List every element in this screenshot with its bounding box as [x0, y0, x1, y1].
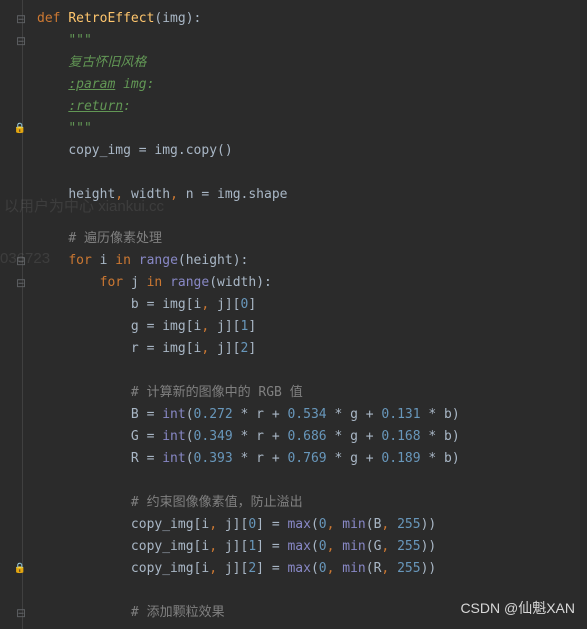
function-name: RetroEffect: [68, 11, 154, 26]
code-editor[interactable]: ⊟def RetroEffect(img): ⊟ """ 复古怀旧风格 :par…: [0, 0, 587, 624]
code-line: g = img[i, j][1]: [0, 316, 587, 338]
code-line: ⊟ """: [0, 30, 587, 52]
code-line: copy_img[i, j][1] = max(0, min(G, 255)): [0, 536, 587, 558]
lock-icon: 🔒: [14, 118, 26, 140]
code-line: 🔒 copy_img[i, j][2] = max(0, min(R, 255)…: [0, 558, 587, 580]
code-line: :param img:: [0, 74, 587, 96]
code-line: copy_img = img.copy(): [0, 140, 587, 162]
fold-icon[interactable]: ⊟: [16, 13, 26, 25]
fold-icon[interactable]: ⊟: [16, 607, 26, 619]
code-line: height, width, n = img.shape: [0, 184, 587, 206]
code-line: 🔒 """: [0, 118, 587, 140]
code-line: R = int(0.393 * r + 0.769 * g + 0.189 * …: [0, 448, 587, 470]
code-line: b = img[i, j][0]: [0, 294, 587, 316]
code-line: copy_img[i, j][0] = max(0, min(B, 255)): [0, 514, 587, 536]
code-line: :return:: [0, 96, 587, 118]
attribution-label: CSDN @仙魁XAN: [460, 597, 575, 619]
code-line: r = img[i, j][2]: [0, 338, 587, 360]
code-line: # 约束图像像素值，防止溢出: [0, 492, 587, 514]
fold-icon[interactable]: ⊟: [16, 277, 26, 289]
code-line: ⊟def RetroEffect(img):: [0, 8, 587, 30]
code-line: 复古怀旧风格: [0, 52, 587, 74]
fold-icon[interactable]: ⊟: [16, 255, 26, 267]
lock-icon: 🔒: [14, 558, 26, 580]
code-line: ⊟ for i in range(height):: [0, 250, 587, 272]
code-line: B = int(0.272 * r + 0.534 * g + 0.131 * …: [0, 404, 587, 426]
fold-icon[interactable]: ⊟: [16, 35, 26, 47]
code-line: ⊟ for j in range(width):: [0, 272, 587, 294]
code-line: G = int(0.349 * r + 0.686 * g + 0.168 * …: [0, 426, 587, 448]
code-line: # 计算新的图像中的 RGB 值: [0, 382, 587, 404]
code-line: # 遍历像素处理: [0, 228, 587, 250]
